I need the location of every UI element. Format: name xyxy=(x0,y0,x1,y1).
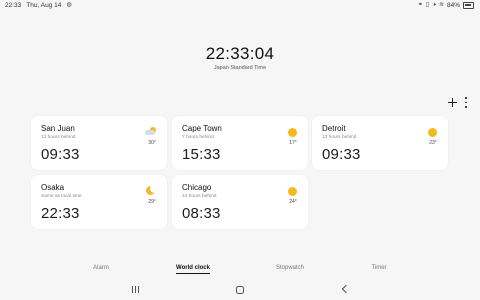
tab-timer[interactable]: Timer xyxy=(371,265,386,271)
world-clock-card-osaka[interactable]: Osaka Same as local time 22:33 29° xyxy=(31,175,167,229)
city-name: Detroit xyxy=(322,124,346,133)
back-icon[interactable] xyxy=(341,284,351,294)
more-options-icon[interactable] xyxy=(464,97,468,108)
time-difference: 13 hours behind xyxy=(41,135,76,140)
time-difference: 7 hours behind xyxy=(182,135,214,140)
city-time: 22:33 xyxy=(41,205,80,222)
city-name: San Juan xyxy=(41,124,75,133)
city-time: 09:33 xyxy=(41,146,80,163)
sunny-icon xyxy=(286,185,298,197)
bottom-tab-bar: Alarm World clock Stopwatch Timer xyxy=(0,265,480,277)
sunny-icon xyxy=(426,126,438,138)
temperature: 17° xyxy=(289,140,297,146)
world-clock-card-cape-town[interactable]: Cape Town 7 hours behind 15:33 17° xyxy=(172,116,308,170)
temperature: 29° xyxy=(148,199,156,205)
tab-alarm[interactable]: Alarm xyxy=(93,265,109,271)
partly-sunny-icon xyxy=(145,126,157,138)
world-clock-card-detroit[interactable]: Detroit 13 hours behind 09:33 23° xyxy=(312,116,448,170)
status-bar: 22:33 Thu, Aug 14 ◍ ⚭ ▯ 🕨 ≋ 84% xyxy=(0,0,480,12)
tab-world-clock[interactable]: World clock xyxy=(176,265,210,274)
home-icon[interactable] xyxy=(236,285,244,294)
clear-night-icon xyxy=(145,185,157,197)
city-time: 09:33 xyxy=(322,146,361,163)
city-time: 08:33 xyxy=(182,205,221,222)
tab-stopwatch[interactable]: Stopwatch xyxy=(276,265,304,271)
status-date: Thu, Aug 14 xyxy=(26,2,62,9)
world-clock-card-san-juan[interactable]: San Juan 13 hours behind 09:33 30° xyxy=(31,116,167,170)
add-city-button[interactable] xyxy=(446,96,458,108)
main-clock-timezone: Japan Standard Time xyxy=(213,65,267,71)
vibrate-icon: ▯ xyxy=(425,2,430,8)
time-difference: Same as local time xyxy=(41,194,82,199)
notification-icon: ◍ xyxy=(66,2,72,8)
sunny-icon xyxy=(286,126,298,138)
world-clock-card-chicago[interactable]: Chicago 14 hours behind 08:33 24° xyxy=(172,175,308,229)
main-clock-time: 22:33:04 xyxy=(205,44,275,63)
time-difference: 13 hours behind xyxy=(322,135,357,140)
city-name: Osaka xyxy=(41,183,65,192)
temperature: 23° xyxy=(429,140,437,146)
wifi-icon: ≋ xyxy=(438,2,444,8)
status-time: 22:33 xyxy=(5,2,22,9)
time-difference: 14 hours behind xyxy=(182,194,217,199)
temperature: 30° xyxy=(148,140,156,146)
system-nav-bar xyxy=(0,284,480,296)
recent-apps-icon[interactable] xyxy=(132,286,139,293)
city-name: Chicago xyxy=(182,183,212,192)
city-name: Cape Town xyxy=(182,124,222,133)
battery-icon xyxy=(463,2,474,9)
mute-icon: 🕨 xyxy=(432,2,436,8)
link-icon: ⚭ xyxy=(417,2,423,8)
city-time: 15:33 xyxy=(182,146,221,163)
battery-percent: 84% xyxy=(446,2,460,9)
temperature: 24° xyxy=(289,199,297,205)
